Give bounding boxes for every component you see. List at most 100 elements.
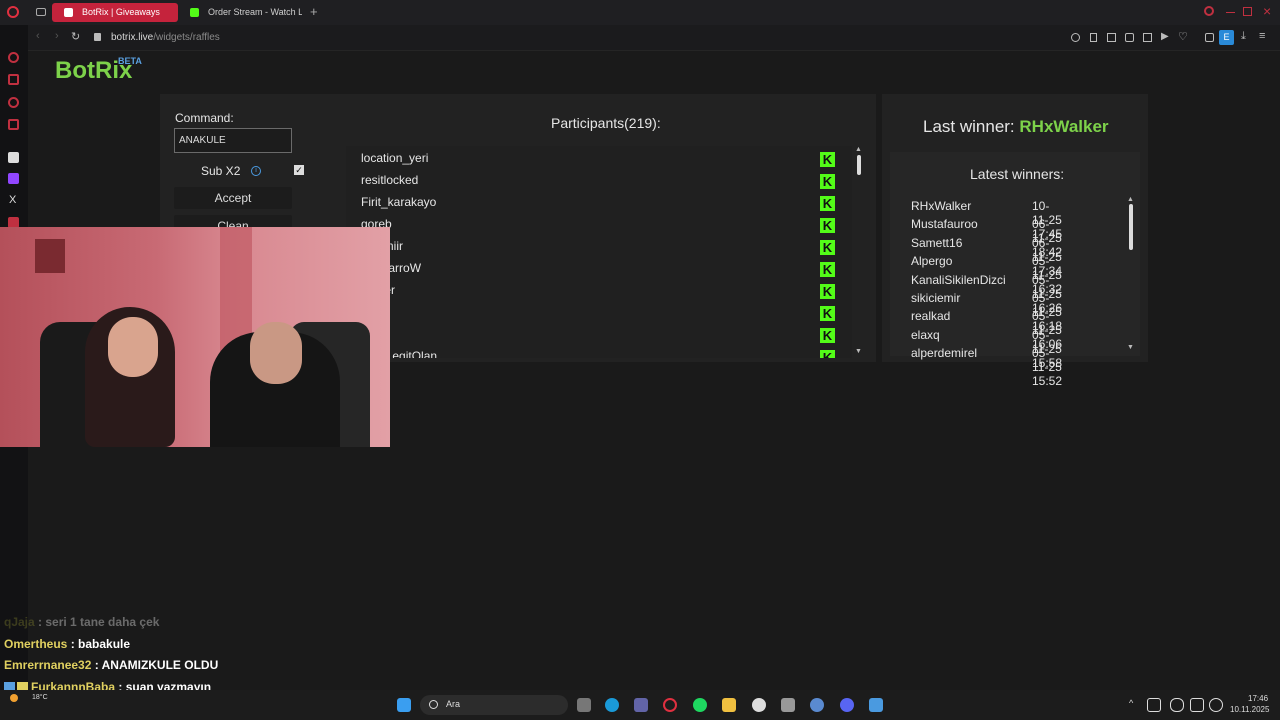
lock-icon [94, 33, 101, 41]
obs-icon[interactable] [810, 698, 824, 712]
teams-icon[interactable] [634, 698, 648, 712]
mic-icon[interactable] [1170, 698, 1184, 712]
aria-icon[interactable] [8, 52, 19, 63]
maximize-icon[interactable] [1243, 7, 1252, 16]
discord-icon[interactable] [840, 698, 854, 712]
shopping-icon[interactable] [8, 74, 19, 85]
file-explorer-icon[interactable] [722, 698, 736, 712]
winner-name: RHxWalker [911, 199, 972, 213]
new-tab-icon[interactable]: + [310, 4, 318, 19]
clock-time[interactable]: 17:46 [1248, 694, 1268, 703]
app-icon[interactable] [781, 698, 795, 712]
kick-icon: K [820, 350, 835, 358]
participant-name: location_yeri [361, 151, 429, 165]
bookmark-icon[interactable] [1143, 33, 1152, 42]
url-path: /widgets/raffles [153, 32, 220, 43]
notepad-icon[interactable] [869, 698, 883, 712]
address-bar: ‹ › ↻ botrix.live/widgets/raffles ▶ ♡ E … [28, 25, 1280, 51]
extensions-icon[interactable] [1205, 33, 1214, 42]
menu-icon[interactable]: ≡ [1259, 30, 1265, 42]
chat-username: Omertheus [4, 637, 68, 651]
sub-multiplier-label: Sub X2 [201, 164, 241, 178]
person-left-face [108, 317, 158, 377]
zoom-icon[interactable] [1071, 33, 1080, 42]
participant-name: Firit_karakayo [361, 195, 437, 209]
chat-message: Emrerrnanee32 : ANAMIZKULE OLDU [4, 658, 218, 672]
winner-name: Mustafauroo [911, 217, 978, 232]
scroll-up-icon[interactable]: ▲ [855, 146, 862, 153]
spotify-icon[interactable] [693, 698, 707, 712]
kick-icon: K [820, 306, 835, 321]
webcam-overlay [0, 227, 390, 447]
chat-separator: : [34, 615, 46, 629]
wifi-icon[interactable] [1209, 698, 1223, 712]
participant-name: resitlocked [361, 173, 419, 187]
opera-icon[interactable] [7, 6, 19, 18]
info-icon[interactable]: i [251, 166, 261, 176]
latest-winners-title: Latest winners: [970, 166, 1065, 182]
winner-name: elaxq [911, 327, 940, 342]
kick-icon: K [820, 218, 835, 233]
tab-order-stream[interactable]: Order Stream - Watch Live [178, 3, 302, 22]
chat-separator: : [91, 658, 102, 672]
back-icon[interactable]: ‹ [36, 30, 40, 42]
command-input[interactable]: ANAKULE [174, 128, 292, 153]
search-label: Ara [446, 699, 461, 709]
clock-date[interactable]: 10.11.2025 [1230, 705, 1269, 714]
tray-chevron-icon[interactable]: ^ [1129, 698, 1133, 708]
winner-name: alperdemirel [911, 346, 978, 361]
heart-icon[interactable]: ♡ [1178, 30, 1188, 43]
person-right-face [250, 322, 302, 384]
player-icon[interactable]: ▶ [1161, 31, 1169, 42]
scroll-thumb[interactable] [857, 155, 861, 175]
scroll-down-icon[interactable]: ▼ [855, 348, 862, 355]
url-host: botrix.live [111, 32, 154, 43]
command-label: Command: [175, 111, 234, 125]
opera-taskbar-icon[interactable] [663, 698, 677, 712]
winners-scrollbar[interactable]: ▲ ▼ [1127, 196, 1135, 354]
tab-botrix[interactable]: BotRix | Giveaways [52, 3, 178, 22]
participants-scrollbar[interactable]: ▲ ▼ [855, 146, 863, 358]
participants-list[interactable]: location_yeri Kresitlocked K Firit_karakayo… [346, 146, 852, 358]
chat-text: seri 1 tane daha çek [45, 615, 160, 629]
last-winner-heading: Last winner: RHxWalker [923, 117, 1109, 137]
chat-message: qJaja : seri 1 tane daha çek [4, 615, 159, 629]
minimize-icon[interactable] [1226, 12, 1235, 13]
accept-button[interactable]: Accept [174, 187, 292, 209]
search-tabs-icon[interactable] [1204, 6, 1214, 16]
kick-icon: K [820, 328, 835, 343]
network-tray-icon[interactable] [1147, 698, 1161, 712]
taskbar-search[interactable]: Ara [420, 695, 568, 715]
wall-frame [35, 239, 65, 273]
weather-icon [10, 694, 18, 702]
weather-widget[interactable]: 18°C [4, 692, 48, 706]
forward-icon[interactable]: › [55, 30, 59, 42]
twitch-icon[interactable] [8, 173, 19, 184]
pin-icon[interactable] [1090, 33, 1097, 42]
chrome-icon[interactable] [752, 698, 766, 712]
kick-sidebar-icon[interactable] [8, 152, 19, 163]
reload-icon[interactable]: ↻ [71, 30, 80, 43]
scroll-thumb[interactable] [1129, 204, 1133, 250]
x-icon[interactable]: X [9, 194, 16, 206]
profile-avatar[interactable]: E [1219, 30, 1234, 45]
mail-icon[interactable] [8, 119, 19, 130]
close-icon[interactable]: × [1263, 3, 1271, 19]
vpn-icon[interactable] [1125, 33, 1134, 42]
windows-start-icon[interactable] [397, 698, 411, 712]
snapshot-icon[interactable] [1107, 33, 1116, 42]
download-icon[interactable]: ⤓ [1241, 30, 1246, 43]
edge-icon[interactable] [605, 698, 619, 712]
kick-icon: K [820, 240, 835, 255]
messenger-icon[interactable] [8, 97, 19, 108]
scroll-down-icon[interactable]: ▼ [1127, 344, 1134, 351]
task-view-icon[interactable] [577, 698, 591, 712]
tab-switcher-icon[interactable] [36, 8, 46, 16]
volume-icon[interactable] [1190, 698, 1204, 712]
chat-text: babakule [78, 637, 131, 651]
chat-username: qJaja [4, 615, 35, 629]
winner-date: 05-11-25 15:52 [1032, 346, 1063, 389]
url-field[interactable]: botrix.live/widgets/raffles [111, 32, 220, 43]
scroll-up-icon[interactable]: ▲ [1127, 196, 1134, 203]
sub-checkbox[interactable]: ✓ [294, 165, 304, 175]
